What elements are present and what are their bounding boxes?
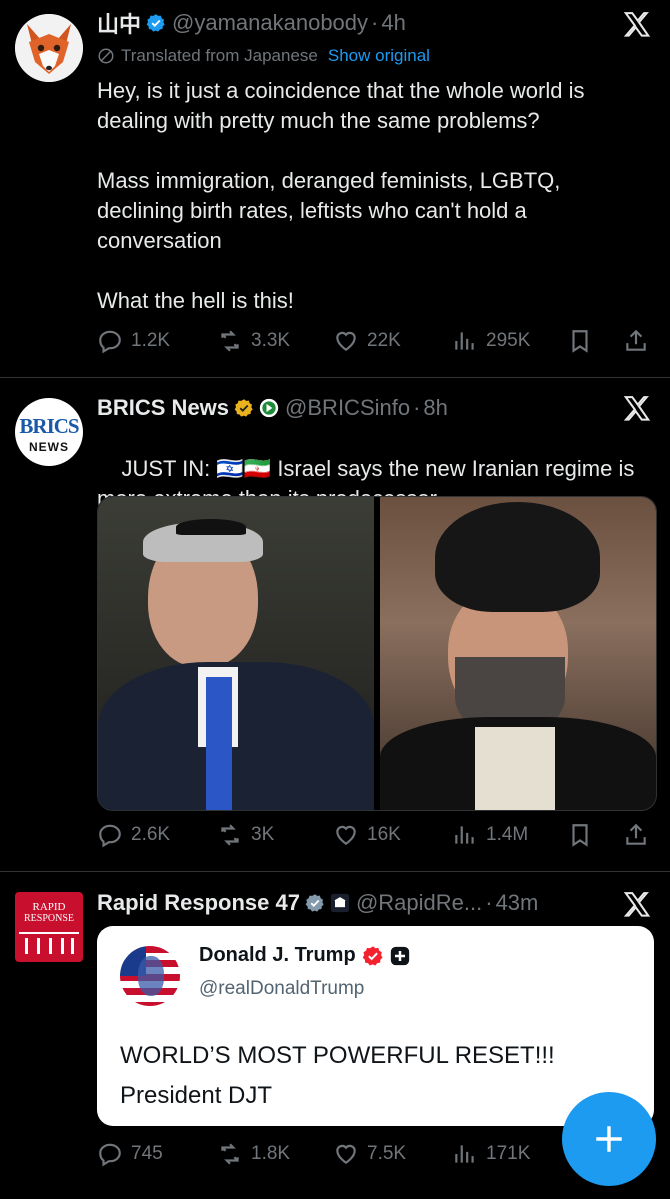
tweet-text: Hey, is it just a coincidence that the w… bbox=[97, 78, 585, 313]
reply-count: 1.2K bbox=[131, 330, 171, 351]
quote-header: Donald J. Trump bbox=[199, 944, 410, 967]
reply-icon bbox=[99, 330, 121, 354]
bookmark-button[interactable] bbox=[567, 324, 593, 358]
gold-verified-badge-icon bbox=[234, 399, 253, 417]
verified-badge-icon bbox=[146, 14, 165, 32]
quote-handle[interactable]: @realDonaldTrump bbox=[199, 978, 364, 1000]
separator-dot: · bbox=[371, 10, 379, 35]
plus-icon bbox=[596, 1126, 622, 1152]
handle[interactable]: @yamanakanobody bbox=[172, 10, 368, 36]
avatar-brics[interactable]: BRICS NEWS bbox=[15, 398, 83, 466]
white-house-affiliate-icon bbox=[330, 893, 350, 913]
share-icon bbox=[626, 329, 646, 351]
handle[interactable]: @BRICSinfo bbox=[285, 395, 410, 421]
share-icon bbox=[626, 823, 646, 845]
reply-count: 2.6K bbox=[131, 824, 171, 845]
tweet-2-header: BRICS News @BRICSinfo · 8h bbox=[97, 391, 448, 425]
affiliate-badge-icon bbox=[259, 398, 279, 418]
repost-button[interactable]: 1.8K bbox=[217, 1137, 290, 1171]
bookmark-button[interactable] bbox=[567, 818, 593, 852]
display-name[interactable]: BRICS News bbox=[97, 395, 229, 421]
repost-button[interactable]: 3.3K bbox=[217, 324, 290, 358]
repost-count: 3.3K bbox=[251, 330, 291, 351]
tweet-3-header: Rapid Response 47 @RapidRe... · 43m bbox=[97, 886, 538, 920]
quoted-post-card[interactable]: Donald J. Trump @realDonaldTrump WORLD’S… bbox=[97, 926, 654, 1126]
tweet-2-actions: 2.6K 3K 16K 1.4M bbox=[97, 818, 653, 852]
timestamp[interactable]: 43m bbox=[496, 890, 539, 916]
x-logo-icon[interactable] bbox=[622, 394, 652, 424]
show-original-link[interactable]: Show original bbox=[328, 46, 430, 66]
brics-logo-sub: NEWS bbox=[29, 440, 69, 454]
reply-button[interactable]: 1.2K bbox=[97, 324, 170, 358]
image-right-portrait bbox=[380, 497, 656, 810]
share-button[interactable] bbox=[623, 324, 649, 358]
separator-dot: · bbox=[485, 890, 493, 915]
image-left-portrait bbox=[98, 497, 374, 810]
like-count: 22K bbox=[367, 330, 401, 351]
views-chart-icon bbox=[455, 1145, 474, 1163]
reply-count: 745 bbox=[131, 1143, 163, 1164]
views-count: 1.4M bbox=[486, 824, 529, 845]
like-button[interactable]: 22K bbox=[333, 324, 401, 358]
timestamp[interactable]: 4h bbox=[381, 10, 405, 36]
repost-icon bbox=[221, 330, 239, 352]
separator-dot: · bbox=[413, 395, 421, 420]
repost-count: 3K bbox=[251, 824, 275, 845]
tweet-image[interactable] bbox=[97, 496, 657, 811]
views-chart-icon bbox=[455, 826, 474, 844]
avatar-fox[interactable] bbox=[15, 14, 83, 82]
views-chart-icon bbox=[455, 332, 474, 350]
gray-verified-badge-icon bbox=[305, 894, 324, 912]
views-button[interactable]: 1.4M bbox=[452, 818, 528, 852]
reply-icon bbox=[99, 824, 121, 848]
display-name[interactable]: 山中 bbox=[97, 7, 141, 39]
display-name[interactable]: Rapid Response 47 bbox=[97, 890, 300, 916]
text-prefix: JUST IN: bbox=[121, 456, 217, 481]
views-button[interactable]: 171K bbox=[452, 1137, 530, 1171]
like-count: 7.5K bbox=[367, 1143, 407, 1164]
repost-icon bbox=[221, 824, 239, 846]
fox-avatar-icon bbox=[15, 14, 83, 82]
timestamp[interactable]: 8h bbox=[423, 395, 447, 421]
bookmark-icon bbox=[572, 330, 588, 353]
views-button[interactable]: 295K bbox=[452, 324, 530, 358]
x-logo-icon[interactable] bbox=[622, 10, 652, 40]
heart-icon bbox=[336, 825, 356, 845]
reply-button[interactable]: 745 bbox=[97, 1137, 163, 1171]
avatar-rapid-response[interactable]: RAPID RESPONSE bbox=[15, 892, 83, 962]
heart-icon bbox=[336, 1144, 356, 1164]
quote-text: WORLD’S MOST POWERFUL RESET!!! President… bbox=[120, 1042, 555, 1109]
repost-count: 1.8K bbox=[251, 1143, 291, 1164]
like-button[interactable]: 7.5K bbox=[333, 1137, 406, 1171]
plus-badge-icon bbox=[390, 946, 409, 965]
like-count: 16K bbox=[367, 824, 401, 845]
share-button[interactable] bbox=[623, 818, 649, 852]
tweet-2[interactable]: BRICS NEWS BRICS News @BRICSinfo · 8h JU… bbox=[0, 378, 670, 871]
tweet-1-actions: 1.2K 3.3K 22K 295K bbox=[97, 324, 653, 358]
translated-label: Translated from Japanese bbox=[121, 46, 318, 65]
translation-note: Translated from Japanese Show original bbox=[97, 46, 430, 66]
red-verified-badge-icon bbox=[362, 945, 383, 966]
quote-avatar[interactable] bbox=[120, 946, 180, 1006]
reply-icon bbox=[99, 1143, 121, 1167]
repost-button[interactable]: 3K bbox=[217, 818, 274, 852]
repost-icon bbox=[221, 1143, 239, 1165]
handle[interactable]: @RapidRe... bbox=[356, 890, 482, 916]
views-count: 295K bbox=[486, 330, 531, 351]
x-logo-icon[interactable] bbox=[622, 890, 652, 920]
brics-logo: BRICS bbox=[19, 414, 79, 438]
bookmark-icon bbox=[572, 824, 588, 847]
flag-emoji: 🇮🇱🇮🇷 bbox=[216, 456, 272, 481]
heart-icon bbox=[336, 331, 356, 351]
views-count: 171K bbox=[486, 1143, 531, 1164]
quote-display-name[interactable]: Donald J. Trump bbox=[199, 944, 356, 967]
logo-text-bottom: RESPONSE bbox=[23, 913, 74, 924]
translate-icon bbox=[98, 48, 114, 64]
tweet-1-header: 山中 @yamanakanobody · 4h bbox=[97, 6, 406, 40]
logo-text-top: RAPID bbox=[32, 901, 66, 913]
like-button[interactable]: 16K bbox=[333, 818, 401, 852]
compose-button[interactable] bbox=[562, 1092, 656, 1186]
tweet-1[interactable]: 山中 @yamanakanobody · 4h Translated from … bbox=[0, 0, 670, 377]
reply-button[interactable]: 2.6K bbox=[97, 818, 170, 852]
